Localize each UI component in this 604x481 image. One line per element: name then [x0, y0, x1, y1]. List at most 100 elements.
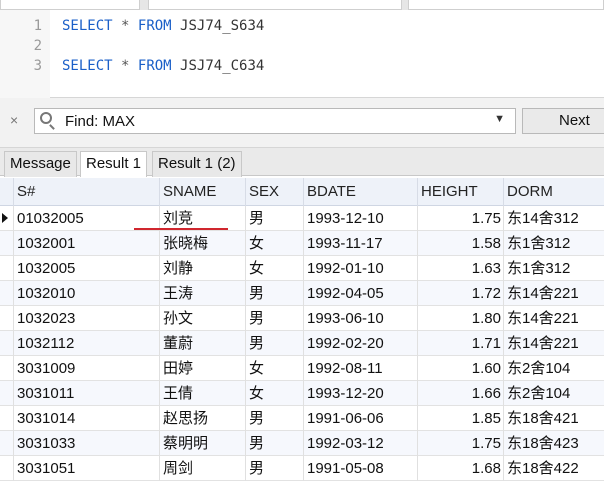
cell-sex[interactable]: 女	[246, 256, 304, 281]
row-selector[interactable]	[0, 406, 14, 431]
cell-dorm[interactable]: 东1舍312	[504, 231, 604, 256]
cell-bdate[interactable]: 1991-06-06	[304, 406, 418, 431]
cell-sname[interactable]: 王涛	[160, 281, 246, 306]
cell-dorm[interactable]: 东14舍221	[504, 281, 604, 306]
cell-height[interactable]: 1.60	[418, 356, 504, 381]
editor-tab[interactable]	[0, 0, 140, 10]
cell-sname[interactable]: 周剑	[160, 456, 246, 481]
cell-dorm[interactable]: 东2舍104	[504, 356, 604, 381]
column-header-dorm[interactable]: DORM	[504, 178, 604, 206]
find-input[interactable]: Find: MAX ▼	[34, 108, 516, 134]
table-row[interactable]: 3031009 田婷女 1992-08-11 1.60 东2舍104	[0, 356, 604, 381]
table-row[interactable]: 3031011 王倩女 1993-12-20 1.66 东2舍104	[0, 381, 604, 406]
cell-height[interactable]: 1.80	[418, 306, 504, 331]
cell-dorm[interactable]: 东2舍104	[504, 381, 604, 406]
table-row[interactable]: 1032001 张晓梅女 1993-11-17 1.58 东1舍312	[0, 231, 604, 256]
editor-tab[interactable]	[148, 0, 402, 10]
cell-bdate[interactable]: 1992-01-10	[304, 256, 418, 281]
cell-bdate[interactable]: 1992-04-05	[304, 281, 418, 306]
column-header-sex[interactable]: SEX	[246, 178, 304, 206]
cell-sname[interactable]: 孙文	[160, 306, 246, 331]
cell-sex[interactable]: 男	[246, 331, 304, 356]
find-next-button[interactable]: Next	[522, 108, 604, 134]
cell-sex[interactable]: 男	[246, 406, 304, 431]
cell-sex[interactable]: 男	[246, 431, 304, 456]
cell-bdate[interactable]: 1993-06-10	[304, 306, 418, 331]
cell-dorm[interactable]: 东18舍421	[504, 406, 604, 431]
row-selector[interactable]	[0, 356, 14, 381]
cell-sname[interactable]: 蔡明明	[160, 431, 246, 456]
cell-bdate[interactable]: 1992-02-20	[304, 331, 418, 356]
cell-dorm[interactable]: 东14舍312	[504, 206, 604, 231]
cell-s[interactable]: 1032001	[14, 231, 160, 256]
row-selector[interactable]	[0, 381, 14, 406]
row-selector[interactable]	[0, 431, 14, 456]
editor-tab[interactable]	[408, 0, 604, 10]
table-row[interactable]: 3031051 周剑男 1991-05-08 1.68 东18舍422	[0, 456, 604, 481]
cell-sname[interactable]: 赵思扬	[160, 406, 246, 431]
cell-sname[interactable]: 田婷	[160, 356, 246, 381]
row-selector[interactable]	[0, 306, 14, 331]
cell-height[interactable]: 1.68	[418, 456, 504, 481]
cell-height[interactable]: 1.85	[418, 406, 504, 431]
cell-bdate[interactable]: 1992-03-12	[304, 431, 418, 456]
cell-s[interactable]: 3031011	[14, 381, 160, 406]
cell-sex[interactable]: 女	[246, 231, 304, 256]
cell-sex[interactable]: 男	[246, 281, 304, 306]
table-row[interactable]: 1032023 孙文男 1993-06-10 1.80 东14舍221	[0, 306, 604, 331]
row-selector[interactable]	[0, 281, 14, 306]
column-header-s[interactable]: S#	[14, 178, 160, 206]
cell-dorm[interactable]: 东14舍221	[504, 306, 604, 331]
sql-editor[interactable]: 1 SELECT * FROM JSJ74_S634 2 3 SELECT * …	[0, 10, 604, 98]
column-header-sname[interactable]: SNAME	[160, 178, 246, 206]
cell-sex[interactable]: 男	[246, 306, 304, 331]
cell-s[interactable]: 1032023	[14, 306, 160, 331]
result-grid[interactable]: S# SNAME SEX BDATE HEIGHT DORM 01032005 刘…	[0, 178, 604, 481]
cell-s[interactable]: 1032005	[14, 256, 160, 281]
cell-sname[interactable]: 董蔚	[160, 331, 246, 356]
cell-height[interactable]: 1.63	[418, 256, 504, 281]
tab-result-1-2[interactable]: Result 1 (2)	[152, 151, 242, 177]
cell-s[interactable]: 1032112	[14, 331, 160, 356]
cell-sex[interactable]: 男	[246, 206, 304, 231]
cell-height[interactable]: 1.71	[418, 331, 504, 356]
tab-message[interactable]: Message	[4, 151, 77, 177]
row-selector[interactable]	[0, 256, 14, 281]
tab-result-1[interactable]: Result 1	[80, 151, 148, 177]
cell-bdate[interactable]: 1991-05-08	[304, 456, 418, 481]
column-header-bdate[interactable]: BDATE	[304, 178, 418, 206]
row-selector[interactable]	[0, 231, 14, 256]
column-header-height[interactable]: HEIGHT	[418, 178, 504, 206]
row-selector[interactable]	[0, 206, 14, 231]
cell-bdate[interactable]: 1993-12-20	[304, 381, 418, 406]
table-row[interactable]: 1032112 董蔚男 1992-02-20 1.71 东14舍221	[0, 331, 604, 356]
cell-height[interactable]: 1.66	[418, 381, 504, 406]
table-row[interactable]: 3031033 蔡明明男 1992-03-12 1.75 东18舍423	[0, 431, 604, 456]
close-icon[interactable]: ×	[10, 112, 18, 128]
cell-s[interactable]: 3031033	[14, 431, 160, 456]
cell-sex[interactable]: 女	[246, 381, 304, 406]
cell-height[interactable]: 1.75	[418, 206, 504, 231]
cell-height[interactable]: 1.75	[418, 431, 504, 456]
cell-dorm[interactable]: 东1舍312	[504, 256, 604, 281]
cell-sname[interactable]: 王倩	[160, 381, 246, 406]
cell-sname[interactable]: 刘静	[160, 256, 246, 281]
row-selector[interactable]	[0, 456, 14, 481]
cell-s[interactable]: 3031051	[14, 456, 160, 481]
row-selector[interactable]	[0, 331, 14, 356]
cell-bdate[interactable]: 1993-12-10	[304, 206, 418, 231]
table-row[interactable]: 1032010 王涛男 1992-04-05 1.72 东14舍221	[0, 281, 604, 306]
cell-dorm[interactable]: 东18舍423	[504, 431, 604, 456]
table-row[interactable]: 01032005 刘竞男 1993-12-10 1.75 东14舍312	[0, 206, 604, 231]
cell-bdate[interactable]: 1993-11-17	[304, 231, 418, 256]
cell-s[interactable]: 1032010	[14, 281, 160, 306]
cell-sname[interactable]: 张晓梅	[160, 231, 246, 256]
cell-s[interactable]: 3031009	[14, 356, 160, 381]
cell-bdate[interactable]: 1992-08-11	[304, 356, 418, 381]
cell-sex[interactable]: 男	[246, 456, 304, 481]
cell-dorm[interactable]: 东18舍422	[504, 456, 604, 481]
table-row[interactable]: 3031014 赵思扬男 1991-06-06 1.85 东18舍421	[0, 406, 604, 431]
chevron-down-icon[interactable]: ▼	[494, 113, 505, 125]
table-row[interactable]: 1032005 刘静女 1992-01-10 1.63 东1舍312	[0, 256, 604, 281]
cell-sex[interactable]: 女	[246, 356, 304, 381]
